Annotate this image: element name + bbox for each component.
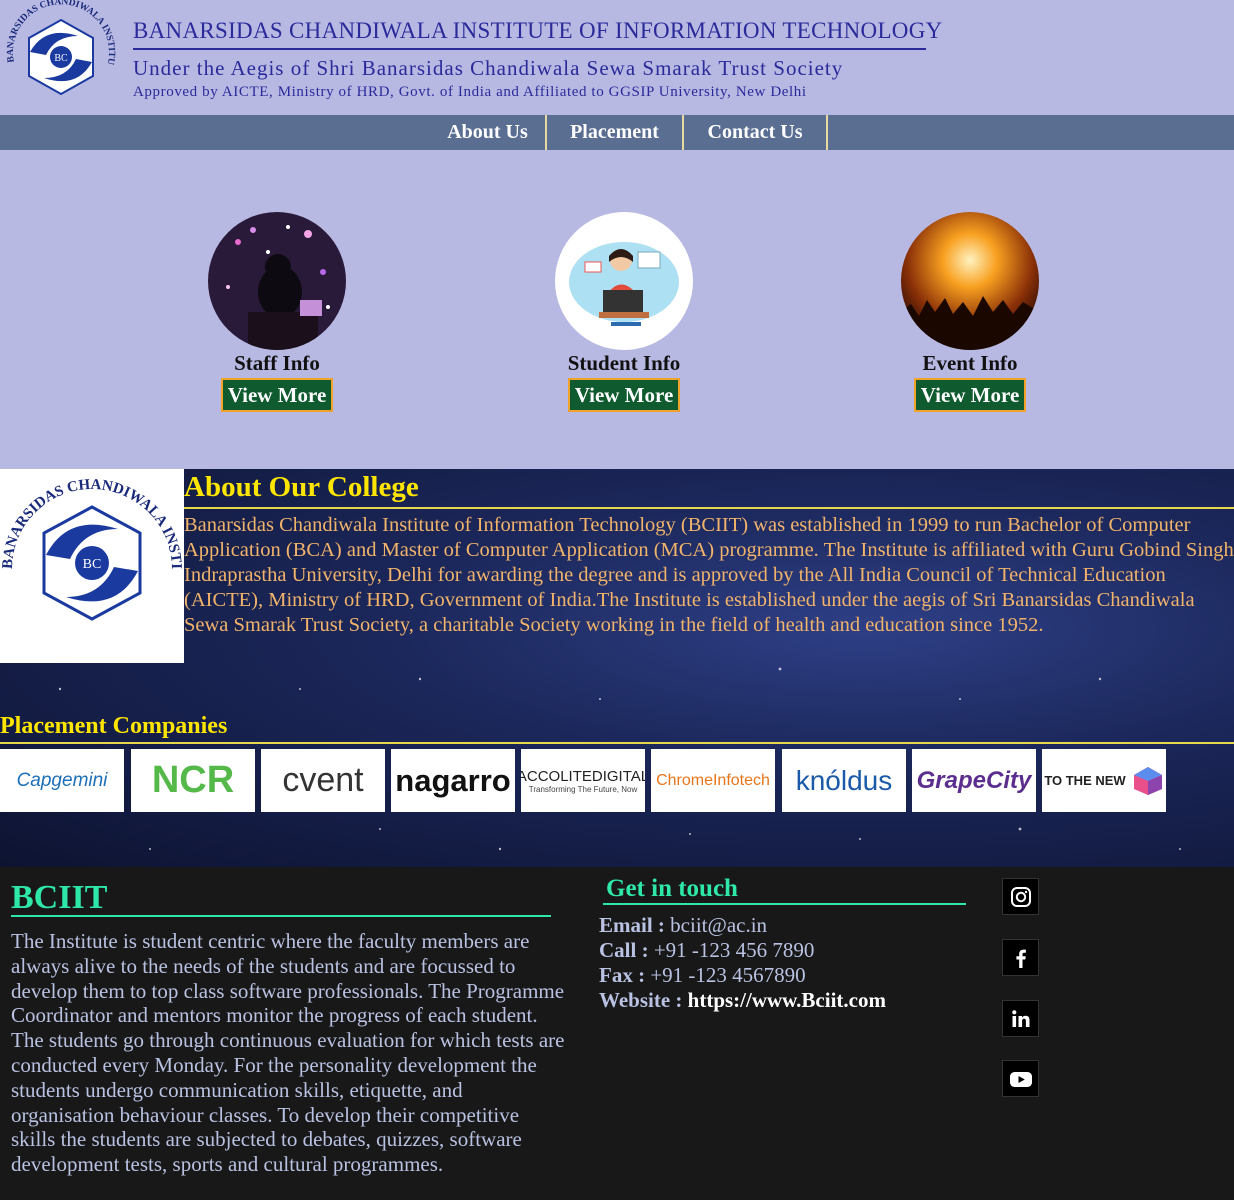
facebook-icon <box>1015 949 1026 968</box>
instagram-button[interactable] <box>1002 878 1039 915</box>
contact-phone: Call : +91 -123 456 7890 <box>599 938 814 963</box>
event-info-image <box>901 212 1039 350</box>
company-logo-chromeinfotech: ChromeInfotech <box>651 749 775 812</box>
footer-description: The Institute is student centric where t… <box>11 929 565 1177</box>
facebook-button[interactable] <box>1002 939 1039 976</box>
contact-fax: Fax : +91 -123 4567890 <box>599 963 806 988</box>
company-logo-tothenew: TO THE NEW <box>1042 749 1166 812</box>
nav-contact-us[interactable]: Contact Us <box>684 115 828 150</box>
student-info-card: Student Info View More <box>544 212 704 412</box>
linkedin-icon <box>1011 1009 1029 1027</box>
title-divider <box>133 48 926 50</box>
contact-website: Website : https://www.Bciit.com <box>599 988 886 1013</box>
institute-title: BANARSIDAS CHANDIWALA INSTITUTE OF INFOR… <box>133 18 943 43</box>
instagram-icon <box>1010 886 1031 907</box>
footer-title: BCIIT <box>11 879 108 916</box>
tothenew-cube-icon <box>1133 766 1162 795</box>
about-college-logo: BANARSIDAS CHANDIWALA INSTITUTE OF INFOR… <box>0 469 184 663</box>
event-info-card: Event Info View More <box>890 212 1050 412</box>
email-value[interactable]: bciit@ac.in <box>670 913 767 937</box>
linkedin-button[interactable] <box>1002 1000 1039 1037</box>
site-footer: BCIIT The Institute is student centric w… <box>0 867 1234 1200</box>
about-divider <box>184 507 1234 509</box>
company-logo-cvent: cvent <box>261 749 385 812</box>
nav-placement[interactable]: Placement <box>547 115 684 150</box>
approval-text: Approved by AICTE, Ministry of HRD, Govt… <box>133 84 807 100</box>
about-title: About Our College <box>184 471 419 503</box>
staff-info-card: Staff Info View More <box>197 212 357 412</box>
website-link[interactable]: https://www.Bciit.com <box>688 988 886 1012</box>
student-info-image <box>555 212 693 350</box>
get-in-touch-divider <box>603 903 966 905</box>
call-label: Call : <box>599 938 649 962</box>
institute-subtitle: Under the Aegis of Shri Banarsidas Chand… <box>133 56 844 80</box>
company-logo-capgemini: Capgemini <box>0 749 124 812</box>
call-value[interactable]: +91 -123 456 7890 <box>654 938 815 962</box>
placement-title: Placement Companies <box>0 713 228 739</box>
company-logo-knoldus: knóldus <box>782 749 906 812</box>
staff-info-image <box>208 212 346 350</box>
staff-info-label: Staff Info <box>234 351 320 375</box>
fax-value: +91 -123 4567890 <box>650 963 806 987</box>
company-logo-grapecity: GrapeCity <box>912 749 1036 812</box>
fax-label: Fax : <box>599 963 646 987</box>
youtube-button[interactable] <box>1002 1060 1039 1097</box>
get-in-touch-title: Get in touch <box>606 875 738 902</box>
svg-text:BC: BC <box>54 53 68 64</box>
about-section: BANARSIDAS CHANDIWALA INSTITUTE OF INFOR… <box>0 469 1234 867</box>
student-view-more-button[interactable]: View More <box>567 378 681 412</box>
placement-divider <box>0 742 1234 744</box>
about-description: Banarsidas Chandiwala Institute of Infor… <box>184 514 1234 636</box>
event-view-more-button[interactable]: View More <box>913 378 1027 412</box>
company-logo-ncr: NCR <box>131 749 255 812</box>
company-logo-nagarro: nagarro <box>391 749 515 812</box>
email-label: Email : <box>599 913 665 937</box>
main-nav: About Us Placement Contact Us <box>0 115 1234 150</box>
youtube-icon <box>1009 1071 1032 1087</box>
website-label: Website : <box>599 988 683 1012</box>
staff-view-more-button[interactable]: View More <box>220 378 334 412</box>
event-info-label: Event Info <box>922 351 1018 375</box>
nav-about-us[interactable]: About Us <box>430 115 547 150</box>
company-logo-accolite: ACCOLITEDIGITAL Transforming The Future,… <box>521 749 645 812</box>
student-info-label: Student Info <box>567 351 681 375</box>
college-logo[interactable]: BANARSIDAS CHANDIWALA INSTITUTE OF INFOR… <box>0 0 122 115</box>
svg-text:BC: BC <box>83 557 102 572</box>
contact-email: Email : bciit@ac.in <box>599 913 767 938</box>
footer-title-divider <box>11 915 551 917</box>
site-header: BANARSIDAS CHANDIWALA INSTITUTE OF INFOR… <box>0 0 1234 115</box>
